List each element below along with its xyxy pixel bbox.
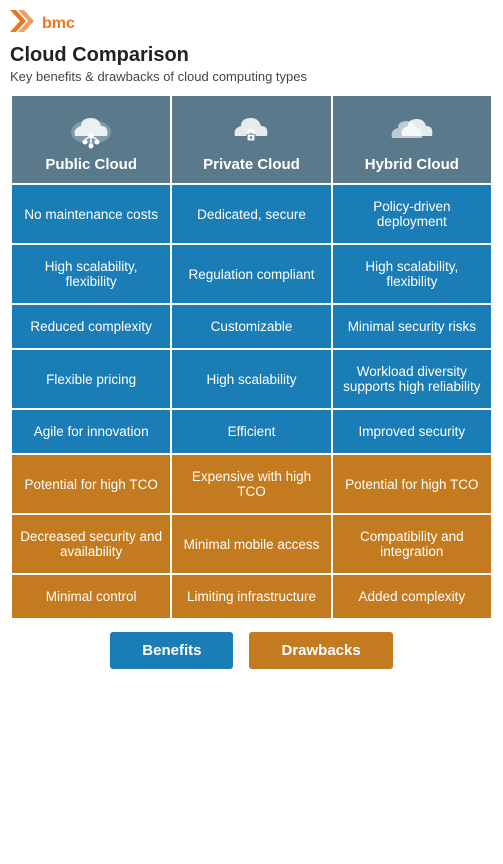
page-subtitle: Key benefits & drawbacks of cloud comput… (10, 69, 493, 84)
cell-r3-c0: Flexible pricing (11, 349, 171, 409)
cell-r6-c1: Minimal mobile access (171, 514, 331, 574)
drawbacks-button[interactable]: Drawbacks (249, 632, 392, 669)
cell-r2-c1: Customizable (171, 304, 331, 349)
cell-r1-c2: High scalability, flexibility (332, 244, 492, 304)
logo-text: bmc (42, 15, 75, 33)
cell-r3-c2: Workload diversity supports high reliabi… (332, 349, 492, 409)
cell-r7-c0: Minimal control (11, 574, 171, 619)
header-private-cloud: Private Cloud (171, 95, 331, 184)
header-private-cloud-label: Private Cloud (203, 156, 300, 173)
legend: Benefits Drawbacks (10, 632, 493, 669)
header-hybrid-cloud: Hybrid Cloud (332, 95, 492, 184)
logo: bmc (10, 10, 493, 38)
cell-r3-c1: High scalability (171, 349, 331, 409)
header-public-cloud: Public Cloud (11, 95, 171, 184)
header-hybrid-cloud-label: Hybrid Cloud (365, 156, 459, 173)
cell-r2-c2: Minimal security risks (332, 304, 492, 349)
cell-r5-c0: Potential for high TCO (11, 454, 171, 514)
cell-r7-c1: Limiting infrastructure (171, 574, 331, 619)
cell-r5-c1: Expensive with high TCO (171, 454, 331, 514)
cell-r0-c0: No maintenance costs (11, 184, 171, 244)
cell-r7-c2: Added complexity (332, 574, 492, 619)
comparison-table: Public Cloud Private (10, 94, 493, 620)
private-cloud-icon-area (178, 108, 324, 150)
header-public-cloud-label: Public Cloud (45, 156, 137, 173)
cell-r5-c2: Potential for high TCO (332, 454, 492, 514)
cell-r2-c0: Reduced complexity (11, 304, 171, 349)
public-cloud-icon-area (18, 108, 164, 150)
cell-r6-c0: Decreased security and availability (11, 514, 171, 574)
cell-r4-c1: Efficient (171, 409, 331, 454)
benefits-button[interactable]: Benefits (110, 632, 233, 669)
cell-r0-c2: Policy-driven deployment (332, 184, 492, 244)
hybrid-cloud-icon-area (339, 108, 485, 150)
page: bmc Cloud Comparison Key benefits & draw… (0, 0, 503, 679)
page-title: Cloud Comparison (10, 44, 493, 67)
cell-r4-c2: Improved security (332, 409, 492, 454)
cell-r0-c1: Dedicated, secure (171, 184, 331, 244)
logo-icon (10, 10, 38, 38)
cell-r4-c0: Agile for innovation (11, 409, 171, 454)
cell-r1-c0: High scalability, flexibility (11, 244, 171, 304)
cell-r6-c2: Compatibility and integration (332, 514, 492, 574)
cell-r1-c1: Regulation compliant (171, 244, 331, 304)
